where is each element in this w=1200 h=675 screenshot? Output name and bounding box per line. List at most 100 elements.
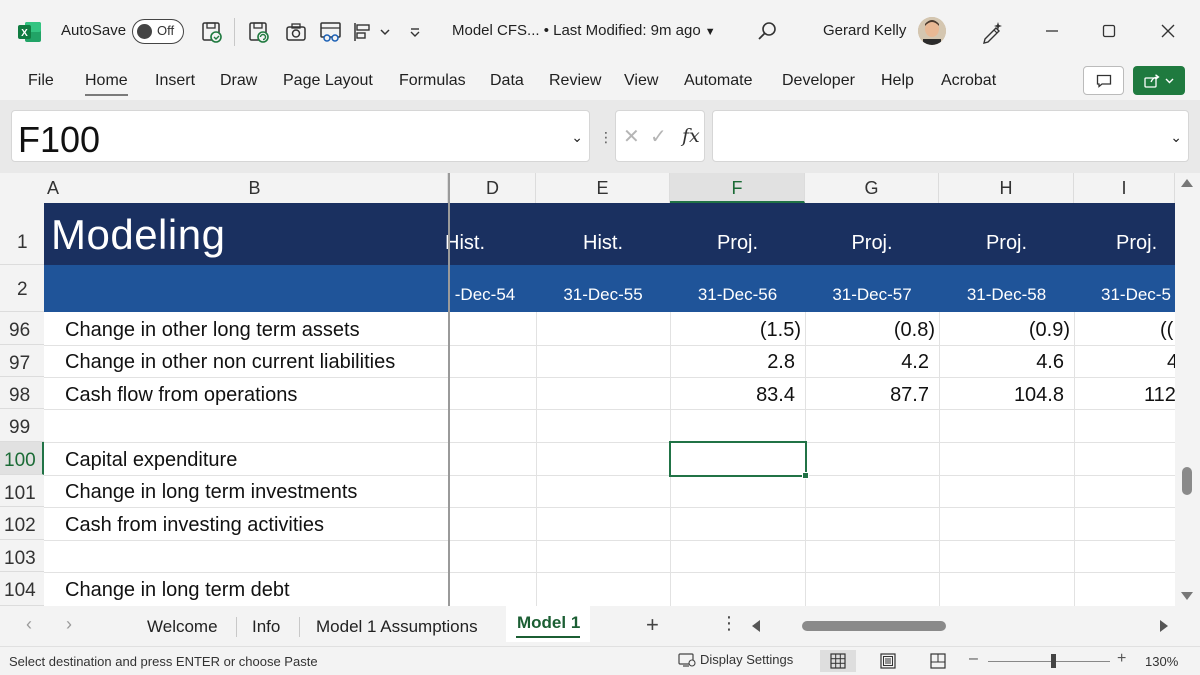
period-date-d[interactable]: -Dec-54 [440, 285, 530, 305]
period-type-f[interactable]: Proj. [670, 232, 805, 255]
cell-value[interactable]: 83.4 [670, 384, 795, 407]
row-label[interactable]: Change in long term debt [65, 579, 290, 602]
save-icon[interactable] [246, 20, 272, 44]
scroll-thumb[interactable] [1182, 467, 1192, 495]
tab-formulas[interactable]: Formulas [399, 72, 466, 90]
zoom-level[interactable]: 130% [1145, 654, 1178, 669]
column-header-h[interactable]: H [939, 173, 1074, 203]
cell-value[interactable]: 4 [1080, 351, 1175, 374]
add-sheet-button[interactable]: + [646, 612, 659, 638]
tab-data[interactable]: Data [490, 72, 524, 90]
scroll-up-arrow-icon[interactable] [1181, 179, 1193, 187]
vertical-scrollbar[interactable] [1175, 173, 1200, 606]
row-label[interactable]: Capital expenditure [65, 449, 237, 472]
zoom-in-button[interactable]: + [1117, 650, 1126, 668]
row-header[interactable]: 98 [0, 377, 44, 409]
document-title[interactable]: Model CFS... • Last Modified: 9m ago ▼ [452, 22, 716, 39]
share-button[interactable] [1133, 66, 1185, 95]
tab-file[interactable]: File [28, 72, 54, 90]
sheet-tab-info[interactable]: Info [252, 617, 280, 637]
zoom-slider-knob[interactable] [1051, 654, 1056, 668]
tab-help[interactable]: Help [881, 72, 914, 90]
row-label[interactable]: Change in other long term assets [65, 319, 360, 342]
period-type-e[interactable]: Hist. [536, 232, 670, 255]
tab-home[interactable]: Home [85, 72, 128, 96]
row-header[interactable]: 103 [0, 540, 44, 572]
zoom-slider-track[interactable] [988, 661, 1110, 662]
tab-view[interactable]: View [624, 72, 658, 90]
comments-button[interactable] [1083, 66, 1124, 95]
period-type-d[interactable]: Hist. [430, 232, 500, 255]
period-date-f[interactable]: 31-Dec-56 [670, 285, 805, 305]
user-name[interactable]: Gerard Kelly [823, 22, 906, 39]
zoom-out-button[interactable]: – [969, 650, 978, 668]
period-type-h[interactable]: Proj. [939, 232, 1074, 255]
column-header-f[interactable]: F [670, 173, 805, 203]
reading-view-icon[interactable] [318, 20, 344, 44]
close-icon[interactable] [1153, 17, 1183, 45]
sheet-tab-welcome[interactable]: Welcome [147, 617, 218, 637]
active-cell-selection[interactable] [669, 441, 809, 479]
chevron-down-icon[interactable]: ⌄ [571, 129, 583, 146]
scroll-left-arrow-icon[interactable] [752, 620, 760, 632]
name-box[interactable]: F100 ⌄ [11, 110, 590, 162]
formula-bar-grip-icon[interactable]: ⋮ [599, 129, 613, 146]
tab-draw[interactable]: Draw [220, 72, 257, 90]
row-label[interactable]: Change in other non current liabilities [65, 351, 395, 374]
more-options-icon[interactable]: ⋮ [720, 613, 738, 634]
period-date-e[interactable]: 31-Dec-55 [536, 285, 670, 305]
cell-value[interactable]: (1.5) [670, 319, 801, 342]
cell-value[interactable]: 112 [1080, 384, 1175, 407]
period-type-g[interactable]: Proj. [805, 232, 939, 255]
cell-value[interactable]: 4.6 [939, 351, 1064, 374]
page-layout-view-icon[interactable] [870, 650, 906, 672]
tab-acrobat[interactable]: Acrobat [941, 72, 996, 90]
row-label[interactable]: Cash flow from operations [65, 384, 297, 407]
search-icon[interactable] [756, 20, 780, 44]
tab-review[interactable]: Review [549, 72, 601, 90]
display-settings-button[interactable]: Display Settings [678, 652, 793, 667]
expand-formula-bar-icon[interactable]: ⌄ [1170, 129, 1182, 146]
next-sheet-icon[interactable]: › [66, 614, 72, 635]
sheet-tab-model-1-assumptions[interactable]: Model 1 Assumptions [316, 617, 478, 637]
column-header-g[interactable]: G [805, 173, 939, 203]
cell-value[interactable]: (0.8) [805, 319, 935, 342]
row-label[interactable]: Cash from investing activities [65, 514, 324, 537]
normal-view-icon[interactable] [820, 650, 856, 672]
prev-sheet-icon[interactable]: ‹ [26, 614, 32, 635]
cell-value[interactable]: 2.8 [670, 351, 795, 374]
enter-check-icon[interactable]: ✓ [650, 124, 667, 149]
row-header[interactable]: 96 [0, 312, 44, 345]
sheet-tab-model-1[interactable]: Model 1 [506, 606, 590, 642]
spreadsheet-grid[interactable]: A B D E F G H I Modeling Hist. Hist. Pro… [0, 173, 1200, 606]
period-date-i[interactable]: 31-Dec-5 [1074, 285, 1175, 305]
horizontal-scroll-thumb[interactable] [802, 621, 946, 631]
row-header[interactable]: 102 [0, 507, 44, 540]
row-header[interactable]: 101 [0, 475, 44, 507]
row-header[interactable]: 99 [0, 409, 44, 442]
cell-value[interactable]: 4.2 [805, 351, 929, 374]
cell-value[interactable]: (( [1080, 319, 1175, 342]
cell-value[interactable]: (0.9) [939, 319, 1070, 342]
insert-function-icon[interactable]: fx [682, 125, 700, 147]
cell-value[interactable]: 87.7 [805, 384, 929, 407]
column-header-i[interactable]: I [1074, 173, 1175, 203]
chevron-down-icon[interactable] [376, 20, 394, 44]
pen-sparkle-icon[interactable] [979, 19, 1005, 45]
scroll-right-arrow-icon[interactable] [1160, 620, 1168, 632]
save-sync-icon[interactable] [199, 20, 225, 44]
cancel-icon[interactable]: ✕ [623, 124, 640, 149]
tab-automate[interactable]: Automate [684, 72, 752, 90]
page-break-view-icon[interactable] [920, 650, 956, 672]
avatar[interactable] [918, 17, 946, 45]
row-header[interactable]: 1 [0, 203, 44, 265]
sheet-title[interactable]: Modeling [51, 211, 225, 259]
column-header-d[interactable]: D [450, 173, 536, 203]
camera-icon[interactable] [283, 20, 309, 44]
column-header-b[interactable]: B [62, 173, 448, 203]
tab-insert[interactable]: Insert [155, 72, 195, 90]
customize-toolbar-icon[interactable] [404, 20, 426, 44]
row-header[interactable]: 2 [0, 265, 44, 312]
period-date-g[interactable]: 31-Dec-57 [805, 285, 939, 305]
cell-value[interactable]: 104.8 [939, 384, 1064, 407]
